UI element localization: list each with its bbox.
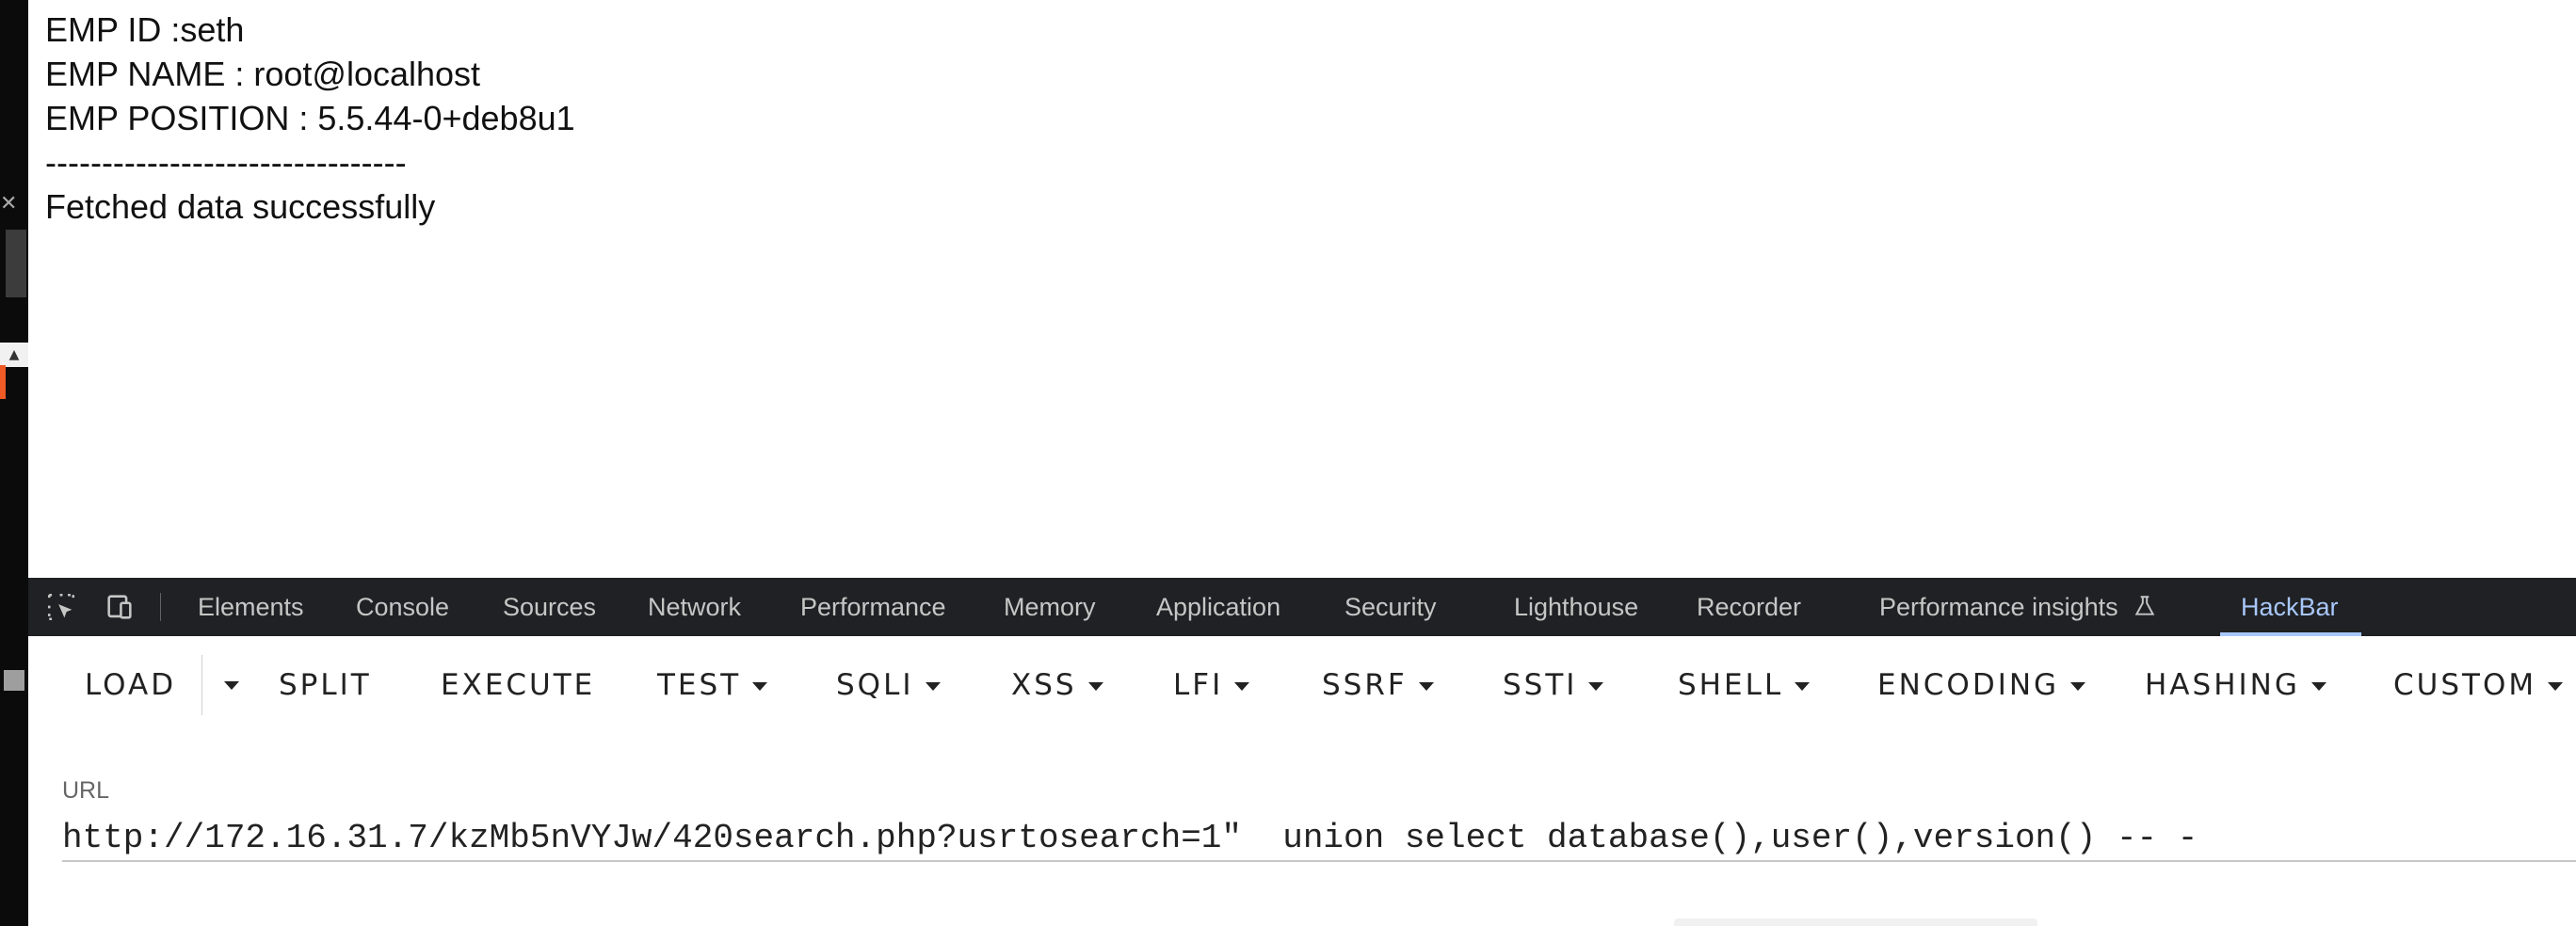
split-button[interactable]: SPLIT [279,663,372,708]
shell-menu-button[interactable]: SHELL [1678,663,1811,708]
divider-line: -------------------------------- [45,143,407,182]
devtools-tab-bar: Elements Console Sources Network Perform… [28,578,2576,637]
tab-lighthouse[interactable]: Lighthouse [1514,578,1638,636]
custom-label: CUSTOM [2393,668,2537,702]
test-label: TEST [657,668,742,702]
accent-marker [0,365,6,399]
sqli-menu-button[interactable]: SQLI [836,663,941,708]
devtools-panel: Elements Console Sources Network Perform… [28,578,2576,926]
tab-security[interactable]: Security [1344,578,1437,636]
tab-memory[interactable]: Memory [1004,578,1096,636]
test-menu-button[interactable]: TEST [657,663,768,708]
xss-menu-button[interactable]: XSS [1011,663,1103,708]
device-toggle-icon[interactable] [104,591,136,623]
xss-label: XSS [1011,668,1077,702]
emp-position-line: EMP POSITION : 5.5.44-0+deb8u1 [45,99,575,137]
tab-performance-insights[interactable]: Performance insights [1879,578,2157,636]
hashing-menu-button[interactable]: HASHING [2145,663,2326,708]
shell-label: SHELL [1678,668,1784,702]
ssrf-label: SSRF [1322,668,1408,702]
tab-hackbar[interactable]: HackBar [2220,578,2360,636]
tab-elements[interactable]: Elements [198,578,304,636]
tab-recorder[interactable]: Recorder [1697,578,1801,636]
scroll-up-arrow-icon[interactable]: ▲ [0,343,28,367]
tab-application[interactable]: Application [1156,578,1280,636]
execute-button[interactable]: EXECUTE [441,663,595,708]
hashing-label: HASHING [2145,668,2300,702]
tab-console[interactable]: Console [356,578,449,636]
ssti-menu-button[interactable]: SSTI [1503,663,1604,708]
tab-network[interactable]: Network [648,578,741,636]
chevron-down-icon [925,682,941,691]
scroll-hint [1674,918,2037,926]
emp-name-line: EMP NAME : root@localhost [45,55,481,93]
close-icon[interactable]: ✕ [0,192,17,216]
load-button[interactable]: LOAD [85,663,176,708]
load-separator [201,655,202,715]
chevron-down-icon [1087,682,1103,691]
toolbar-separator [160,593,161,621]
hackbar-toolbar: LOAD SPLIT EXECUTE TEST SQLI XSS LFI SSR… [28,636,2576,734]
encoding-menu-button[interactable]: ENCODING [1877,663,2086,708]
ssrf-menu-button[interactable]: SSRF [1322,663,1434,708]
tab-performance[interactable]: Performance [800,578,946,636]
scrollbar-track[interactable] [6,230,26,297]
lfi-menu-button[interactable]: LFI [1173,663,1250,708]
element-picker-icon[interactable] [45,591,77,623]
resize-handle[interactable] [4,670,24,691]
page-output: EMP ID :seth EMP NAME : root@localhost E… [45,8,575,229]
flask-icon [2134,596,2155,615]
url-input[interactable] [62,817,2576,862]
ssti-label: SSTI [1503,668,1578,702]
chevron-down-icon [752,682,768,691]
chevron-down-icon [2310,682,2326,691]
tab-performance-insights-label: Performance insights [1879,593,2118,621]
load-dropdown-caret-icon[interactable] [215,668,249,702]
chevron-down-icon [2548,682,2564,691]
chevron-down-icon [1418,682,1434,691]
custom-menu-button[interactable]: CUSTOM [2393,663,2564,708]
encoding-label: ENCODING [1877,668,2060,702]
sqli-label: SQLI [836,668,914,702]
left-side-panel: ✕ ▲ [0,0,28,926]
url-label: URL [62,777,110,804]
emp-id-line: EMP ID :seth [45,10,245,49]
chevron-down-icon [2070,682,2086,691]
tab-sources[interactable]: Sources [503,578,596,636]
lfi-label: LFI [1173,668,1224,702]
status-message: Fetched data successfully [45,187,436,226]
chevron-down-icon [1795,682,1811,691]
chevron-down-icon [1588,682,1604,691]
chevron-down-icon [1234,682,1250,691]
